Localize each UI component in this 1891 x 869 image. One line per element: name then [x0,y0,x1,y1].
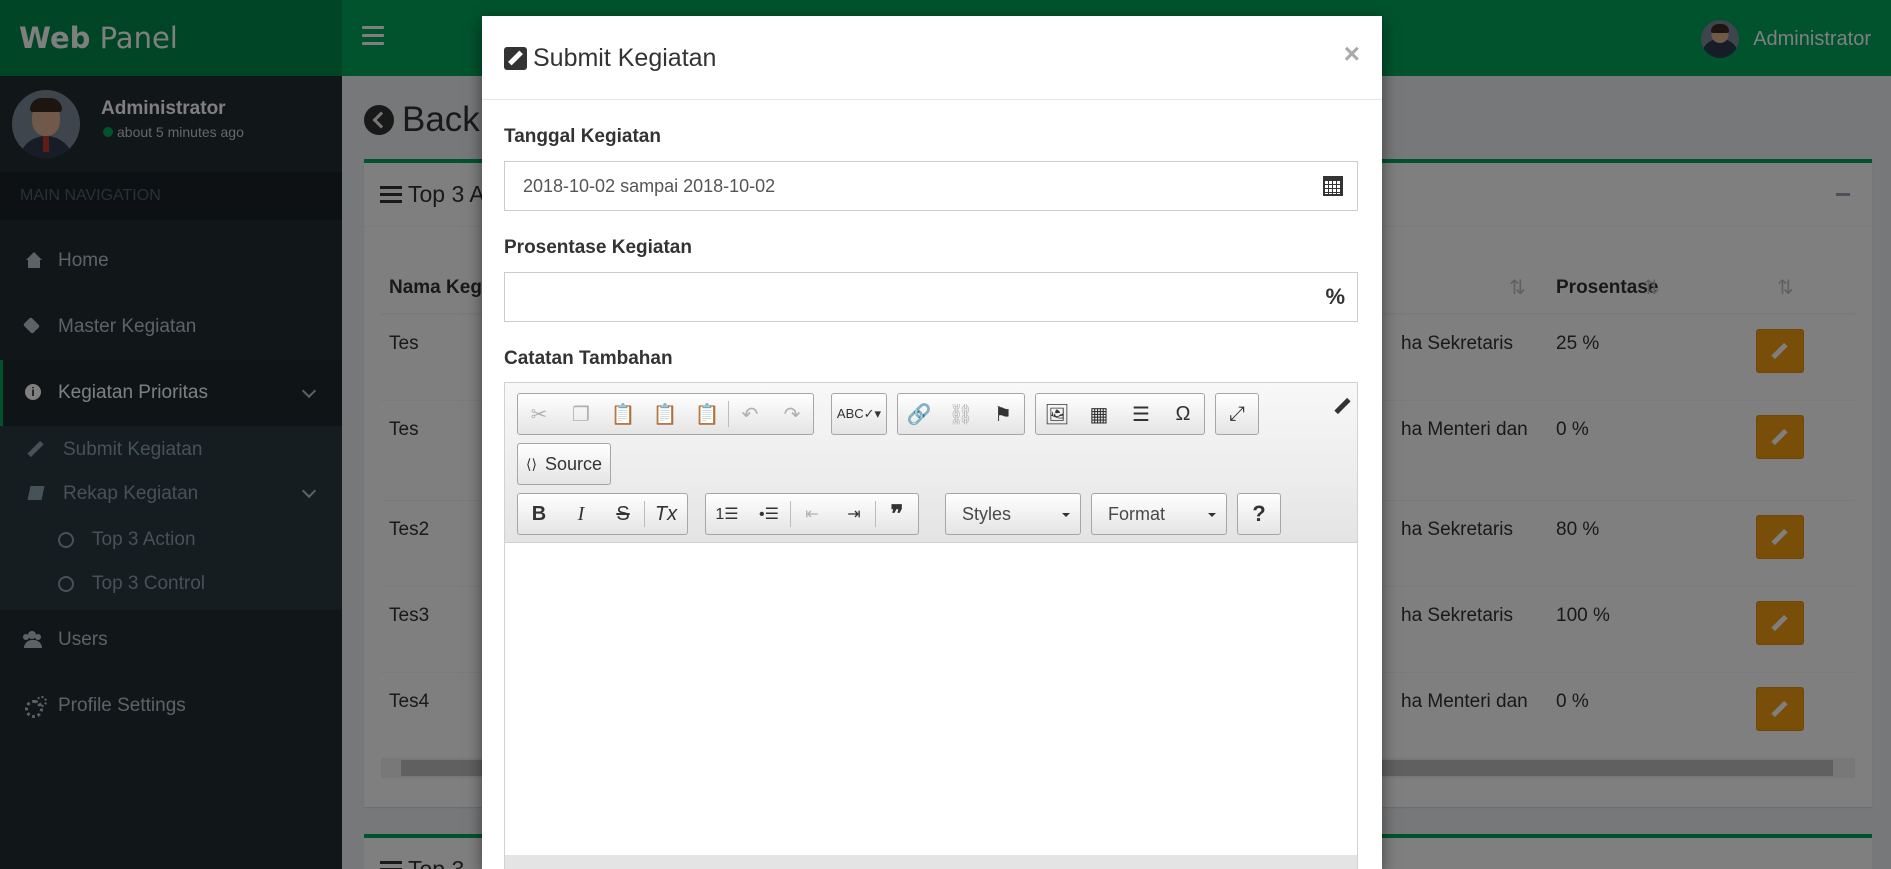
source-button[interactable]: ⟨⟩ Source [517,443,611,485]
source-label: Source [544,453,602,474]
editor-status-bar [505,855,1357,869]
source-icon: ⟨⟩ [526,455,537,472]
prosentase-label: Prosentase Kegiatan [504,237,692,258]
redo-icon[interactable]: ↷ [771,394,813,434]
modal-title: Submit Kegiatan [504,44,716,73]
prosentase-input[interactable]: % [504,272,1358,322]
clipboard-toolbar-group: ✂ ❐ 📋 📋 📋 ↶ ↷ [517,393,814,435]
paste-text-icon[interactable]: 📋 [644,394,686,434]
tanggal-value: 2018-10-02 sampai 2018-10-02 [523,176,776,196]
catatan-label: Catatan Tambahan [504,348,673,369]
insert-toolbar-group: 🖼 ▦ ☰ Ω [1035,393,1205,435]
strikethrough-icon[interactable]: S [602,494,644,534]
italic-icon[interactable]: I [560,494,602,534]
editor-content-area[interactable] [505,544,1357,854]
bulleted-list-icon[interactable]: •☰ [748,494,790,534]
basic-styles-toolbar-group: B I S Tx [517,493,688,535]
percent-addon: % [1325,284,1345,309]
undo-icon[interactable]: ↶ [729,394,771,434]
copy-icon[interactable]: ❐ [560,394,602,434]
close-button[interactable]: × [1344,38,1360,70]
numbered-list-icon[interactable]: 1☰ [706,494,748,534]
paste-icon[interactable]: 📋 [602,394,644,434]
image-icon[interactable]: 🖼 [1036,394,1078,434]
paste-word-icon[interactable]: 📋 [686,394,728,434]
help-button[interactable]: ? [1237,493,1281,535]
anchor-flag-icon[interactable]: ⚑ [982,394,1024,434]
indent-icon[interactable]: ⇥ [833,494,875,534]
styles-dropdown[interactable]: Styles [945,493,1081,535]
editor-toolbar: ✂ ❐ 📋 📋 📋 ↶ ↷ ABC✓▾ 🔗 ⛓ ⚑ 🖼 ▦ ☰ Ω ⤢ ⟨⟩ S… [505,383,1357,543]
blockquote-icon[interactable]: ❞ [876,494,918,534]
calendar-icon[interactable] [1323,176,1343,196]
rich-text-editor: ✂ ❐ 📋 📋 📋 ↶ ↷ ABC✓▾ 🔗 ⛓ ⚑ 🖼 ▦ ☰ Ω ⤢ ⟨⟩ S… [504,382,1358,869]
special-char-icon[interactable]: Ω [1162,394,1204,434]
bold-icon[interactable]: B [518,494,560,534]
horizontal-line-icon[interactable]: ☰ [1120,394,1162,434]
tanggal-input[interactable]: 2018-10-02 sampai 2018-10-02 [504,161,1358,211]
pencil-icon [1334,397,1351,415]
submit-kegiatan-modal: Submit Kegiatan × Tanggal Kegiatan 2018-… [482,16,1382,869]
table-icon[interactable]: ▦ [1078,394,1120,434]
list-toolbar-group: 1☰ •☰ ⇤ ⇥ ❞ [705,493,919,535]
spellcheck-icon[interactable]: ABC✓▾ [832,394,886,434]
unlink-icon[interactable]: ⛓ [940,394,982,434]
format-dropdown[interactable]: Format [1091,493,1227,535]
tanggal-label: Tanggal Kegiatan [504,126,661,147]
link-icon[interactable]: 🔗 [898,394,940,434]
maximize-icon[interactable]: ⤢ [1216,394,1258,434]
edit-icon [504,47,527,70]
modal-header: Submit Kegiatan × [482,16,1382,100]
cut-icon[interactable]: ✂ [518,394,560,434]
maximize-toolbar-group: ⤢ [1215,393,1259,435]
outdent-icon[interactable]: ⇤ [791,494,833,534]
remove-format-icon[interactable]: Tx [645,494,687,534]
spellcheck-toolbar-group: ABC✓▾ [831,393,887,435]
link-toolbar-group: 🔗 ⛓ ⚑ [897,393,1025,435]
